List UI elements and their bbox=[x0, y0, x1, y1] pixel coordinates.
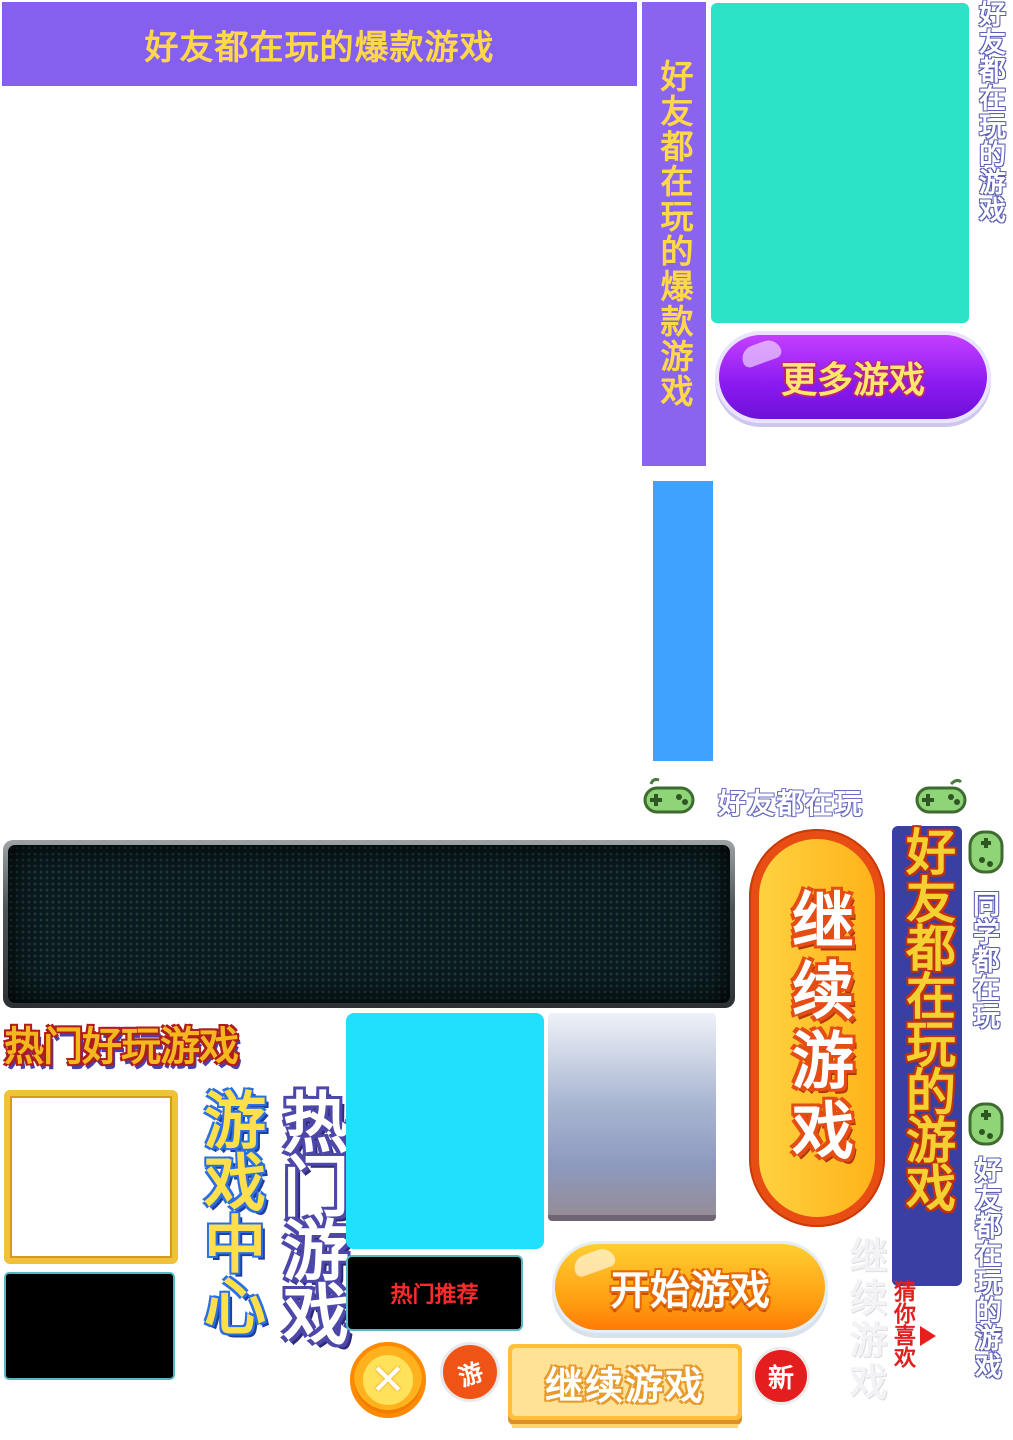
teal-panel bbox=[711, 3, 969, 323]
cyan-panel bbox=[346, 1013, 544, 1249]
continue-game-vertical-button[interactable]: 继续游戏 bbox=[749, 829, 885, 1227]
black-card bbox=[4, 1272, 175, 1380]
vertical-title-text: 好友都在玩的爆款游戏 bbox=[655, 59, 694, 409]
vertical-outline-title-bottom: 好友都在玩的游戏 bbox=[970, 1156, 1001, 1380]
dark-metal-panel bbox=[3, 840, 735, 1008]
friends-games-vertical-title: 好友都在玩的游戏 bbox=[892, 826, 962, 1286]
continue-game-label: 继续游戏 bbox=[544, 1363, 705, 1408]
guess-you-like-label[interactable]: 猜你喜欢 bbox=[886, 1280, 918, 1372]
classmates-playing-label: 同学都在玩 bbox=[968, 890, 999, 1030]
top-title-banner: 好友都在玩的爆款游戏 bbox=[2, 2, 637, 86]
game-badge: 游 bbox=[440, 1342, 500, 1402]
top-title-text: 好友都在玩的爆款游戏 bbox=[144, 27, 495, 68]
more-games-button[interactable]: 更多游戏 bbox=[715, 331, 991, 423]
dark-panel-inner bbox=[8, 845, 730, 1003]
more-games-label: 更多游戏 bbox=[780, 360, 925, 401]
vertical-title-banner: 好友都在玩的爆款游戏 bbox=[642, 2, 706, 466]
start-game-button[interactable]: 开始游戏 bbox=[552, 1241, 828, 1333]
vertical-outline-title-top: 好友都在玩的游戏 bbox=[974, 0, 1005, 224]
new-badge: 新 bbox=[752, 1347, 810, 1405]
ghost-continue-text: 继续游戏 bbox=[843, 1236, 887, 1404]
close-button[interactable]: ✕ bbox=[350, 1342, 426, 1418]
gamepad-icon bbox=[915, 778, 967, 814]
gamepad-icon bbox=[643, 778, 695, 814]
yellow-frame-card bbox=[4, 1090, 178, 1264]
hot-fun-games-title: 热门好玩游戏 bbox=[4, 1024, 239, 1070]
start-game-label: 开始游戏 bbox=[610, 1268, 770, 1314]
gradient-panel bbox=[548, 1013, 716, 1221]
gamepad-icon bbox=[968, 830, 1004, 874]
gamepad-icon bbox=[968, 1102, 1004, 1146]
hot-recommend-tag[interactable]: 热门推荐 bbox=[346, 1255, 523, 1331]
close-icon: ✕ bbox=[363, 1355, 413, 1405]
continue-vertical-label: 继续游戏 bbox=[781, 888, 854, 1168]
continue-game-button[interactable]: 继续游戏 bbox=[508, 1344, 742, 1420]
continue-underline bbox=[512, 1424, 738, 1428]
hot-games-title: 热门游戏 bbox=[272, 1088, 349, 1344]
blue-bar bbox=[653, 481, 713, 761]
game-center-title: 游戏中心 bbox=[193, 1088, 266, 1336]
play-arrow-icon[interactable] bbox=[920, 1326, 936, 1346]
friends-playing-label: 好友都在玩 bbox=[718, 787, 864, 820]
